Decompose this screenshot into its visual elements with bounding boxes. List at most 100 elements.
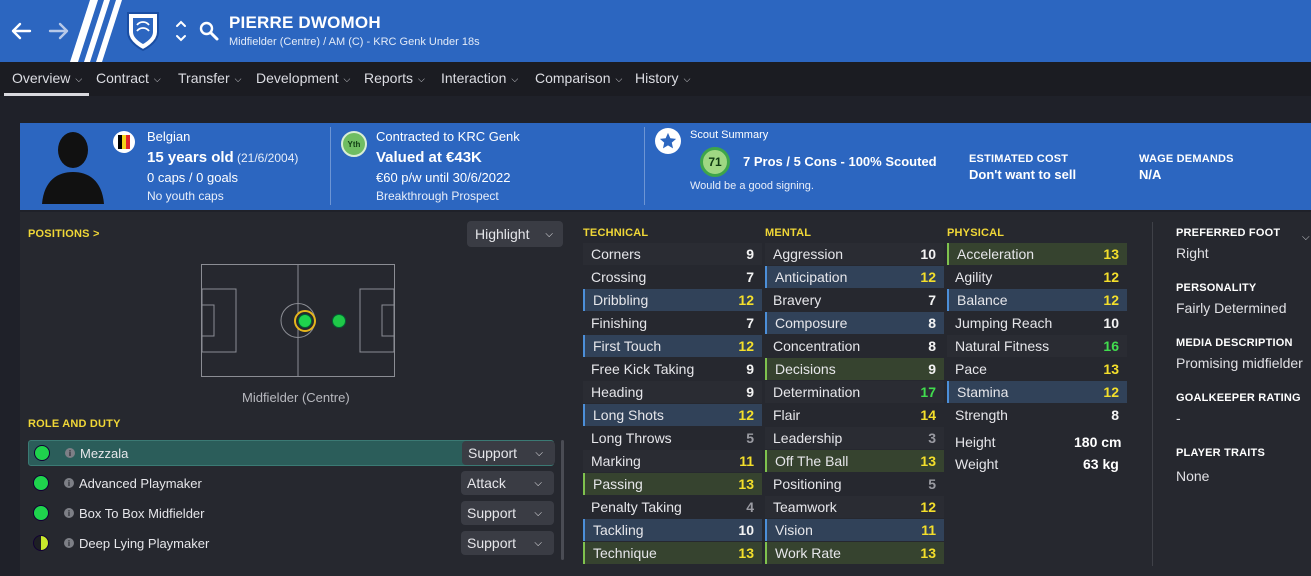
scout-pros-cons[interactable]: 7 Pros / 5 Cons - 100% Scouted	[743, 154, 937, 169]
weight-value: 63 kg	[1083, 456, 1119, 472]
duty-dropdown[interactable]: Support ⌵	[461, 531, 554, 555]
attribute-row[interactable]: Long Throws 5	[583, 427, 762, 449]
back-arrow-icon[interactable]	[4, 14, 38, 48]
role-row[interactable]: i Deep Lying Playmaker Support ⌵	[28, 530, 554, 556]
attribute-row[interactable]: Pace 13	[947, 358, 1127, 380]
physical-label: PHYSICAL	[947, 227, 1005, 239]
tab-transfer[interactable]: Transfer ⌵	[178, 70, 241, 86]
attribute-row[interactable]: Aggression 10	[765, 243, 944, 265]
chevron-down-icon: ⌵	[534, 537, 542, 549]
attribute-row[interactable]: Long Shots 12	[583, 404, 762, 426]
attribute-name: Leadership	[773, 430, 843, 446]
attribute-name: Balance	[957, 292, 1008, 308]
attribute-row[interactable]: Composure 8	[765, 312, 944, 334]
attribute-row[interactable]: Balance 12	[947, 289, 1127, 311]
tab-development[interactable]: Development ⌵	[256, 70, 350, 86]
tab-contract[interactable]: Contract ⌵	[96, 70, 161, 86]
tab-reports[interactable]: Reports ⌵	[364, 70, 425, 86]
info-icon[interactable]: i	[64, 478, 74, 488]
info-icon[interactable]: i	[64, 508, 74, 518]
player-subtitle: Midfielder (Centre) / AM (C) - KRC Genk …	[229, 36, 480, 48]
info-icon[interactable]: i	[65, 448, 75, 458]
attribute-row[interactable]: Tackling 10	[583, 519, 762, 541]
media-description-value: Promising midfielder	[1176, 355, 1303, 371]
tab-overview[interactable]: Overview ⌵	[12, 70, 82, 86]
tab-history[interactable]: History ⌵	[635, 70, 690, 86]
attribute-name: Finishing	[591, 315, 648, 331]
attribute-row[interactable]: Anticipation 12	[765, 266, 944, 288]
club-crest-icon[interactable]	[124, 10, 162, 52]
attribute-row[interactable]: Dribbling 12	[583, 289, 762, 311]
contract-club[interactable]: Contracted to KRC Genk	[376, 129, 520, 144]
chevron-updown-icon[interactable]	[174, 17, 188, 45]
duty-dropdown[interactable]: Support ⌵	[462, 441, 555, 465]
info-icon[interactable]: i	[64, 538, 74, 548]
tab-interaction[interactable]: Interaction ⌵	[441, 70, 518, 86]
attribute-row[interactable]: Concentration 8	[765, 335, 944, 357]
attribute-row[interactable]: Leadership 3	[765, 427, 944, 449]
scout-rating-badge[interactable]: 71	[700, 147, 730, 177]
attribute-name: Bravery	[773, 292, 822, 308]
attribute-row[interactable]: Natural Fitness 16	[947, 335, 1127, 357]
positions-link[interactable]: POSITIONS >	[28, 228, 100, 240]
attribute-name: Technique	[593, 545, 657, 561]
attribute-value: 13	[920, 545, 936, 561]
attribute-row[interactable]: Strength 8	[947, 404, 1127, 426]
attribute-value: 10	[920, 246, 936, 262]
attribute-row[interactable]: Teamwork 12	[765, 496, 944, 518]
attribute-row[interactable]: Bravery 7	[765, 289, 944, 311]
role-row[interactable]: i Mezzala Support ⌵	[28, 440, 555, 466]
attribute-row[interactable]: Flair 14	[765, 404, 944, 426]
attribute-row[interactable]: Crossing 7	[583, 266, 762, 288]
attribute-row[interactable]: Agility 12	[947, 266, 1127, 288]
role-row[interactable]: i Box To Box Midfielder Support ⌵	[28, 500, 554, 526]
attribute-row[interactable]: Vision 11	[765, 519, 944, 541]
attribute-row[interactable]: Corners 9	[583, 243, 762, 265]
role-row[interactable]: i Advanced Playmaker Attack ⌵	[28, 470, 554, 496]
attribute-value: 8	[1111, 407, 1119, 423]
duty-dropdown[interactable]: Attack ⌵	[461, 471, 554, 495]
attribute-row[interactable]: Free Kick Taking 9	[583, 358, 762, 380]
search-icon[interactable]	[198, 20, 220, 42]
position-dot-mc[interactable]	[298, 314, 312, 328]
attribute-row[interactable]: Heading 9	[583, 381, 762, 403]
attribute-row[interactable]: Passing 13	[583, 473, 762, 495]
goalkeeper-rating-label: GOALKEEPER RATING	[1176, 392, 1301, 404]
attribute-row[interactable]: Off The Ball 13	[765, 450, 944, 472]
player-silhouette-icon	[42, 132, 104, 204]
attribute-value: 11	[739, 453, 754, 469]
attribute-value: 14	[920, 407, 936, 423]
duty-dropdown[interactable]: Support ⌵	[461, 501, 554, 525]
attribute-row[interactable]: Penalty Taking 4	[583, 496, 762, 518]
attribute-row[interactable]: Decisions 9	[765, 358, 944, 380]
youth-team-badge[interactable]: Yth	[341, 131, 367, 157]
attribute-value: 10	[738, 522, 754, 538]
attribute-value: 5	[746, 430, 754, 446]
attribute-value: 12	[738, 407, 754, 423]
nationality: Belgian	[147, 129, 191, 144]
chevron-down-icon: ⌵	[234, 74, 242, 84]
attribute-row[interactable]: Finishing 7	[583, 312, 762, 334]
attribute-row[interactable]: Stamina 12	[947, 381, 1127, 403]
role-name: Mezzala	[80, 445, 129, 461]
chevron-down-icon[interactable]: ⌵	[1302, 232, 1310, 243]
attribute-row[interactable]: Jumping Reach 10	[947, 312, 1127, 334]
attribute-name: Crossing	[591, 269, 647, 285]
wage-demands-value: N/A	[1139, 167, 1162, 182]
attribute-row[interactable]: Marking 11	[583, 450, 762, 472]
attribute-row[interactable]: Acceleration 13	[947, 243, 1127, 265]
attribute-row[interactable]: Work Rate 13	[765, 542, 944, 564]
goalkeeper-rating-value: -	[1176, 410, 1181, 426]
roles-scrollbar[interactable]	[561, 440, 564, 560]
position-dot-amc[interactable]	[332, 314, 346, 328]
estimated-cost-label: ESTIMATED COST	[969, 153, 1069, 165]
attribute-row[interactable]: First Touch 12	[583, 335, 762, 357]
attribute-row[interactable]: Determination 17	[765, 381, 944, 403]
attribute-row[interactable]: Positioning 5	[765, 473, 944, 495]
highlight-dropdown[interactable]: Highlight ⌵	[467, 221, 563, 247]
attribute-name: Stamina	[957, 384, 1009, 400]
nationality-flag-icon[interactable]	[113, 131, 135, 153]
attribute-row[interactable]: Technique 13	[583, 542, 762, 564]
attribute-name: Strength	[955, 407, 1008, 423]
tab-comparison[interactable]: Comparison ⌵	[535, 70, 622, 86]
